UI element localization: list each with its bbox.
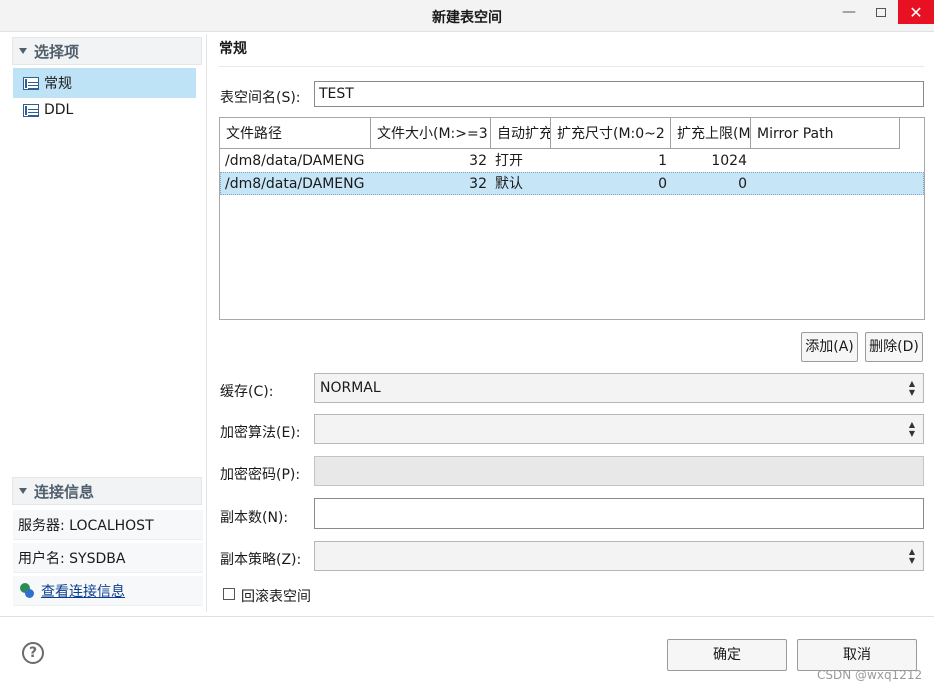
options-section-header[interactable]: 选择项	[12, 37, 202, 65]
encrypt-algorithm-label: 加密算法(E):	[220, 425, 301, 441]
spinner-arrows-icon: ▲ ▼	[908, 547, 915, 565]
datafile-table: 文件路径 文件大小(M:>=3 自动扩充 扩充尺寸(M:0~2 扩充上限(M M…	[219, 117, 925, 320]
ok-button[interactable]: 确定	[667, 639, 787, 671]
column-header[interactable]: 扩充尺寸(M:0~2	[551, 118, 671, 149]
replica-policy-select[interactable]: ▲ ▼	[314, 541, 924, 571]
column-header[interactable]: 扩充上限(M	[671, 118, 751, 149]
cache-value: NORMAL	[320, 380, 381, 396]
encrypt-password-input	[314, 456, 924, 486]
user-info: 用户名: SYSDBA	[13, 543, 203, 573]
tablespace-name-input[interactable]: TEST	[314, 81, 924, 107]
table-cell-mirror	[755, 150, 895, 172]
table-row-selected[interactable]: /dm8/data/DAMENG 32 默认 0 0	[220, 172, 924, 195]
encrypt-password-label: 加密密码(P):	[220, 467, 301, 483]
replica-count-label: 副本数(N):	[220, 510, 289, 526]
spinner-arrows-icon: ▲ ▼	[908, 379, 915, 397]
rollback-label: 回滚表空间	[241, 589, 311, 605]
rollback-checkbox[interactable]	[223, 588, 235, 600]
replica-count-input[interactable]	[314, 498, 924, 529]
connection-icon	[18, 582, 36, 600]
connection-section-header[interactable]: 连接信息	[12, 477, 202, 505]
sidebar-item-general[interactable]: 常规	[13, 68, 196, 98]
table-cell-size: 32	[469, 176, 487, 192]
sidebar-item-label: 常规	[44, 76, 72, 92]
sidebar-item-ddl[interactable]: DDL	[13, 95, 196, 125]
collapse-triangle-icon	[19, 48, 27, 54]
cache-select[interactable]: NORMAL ▲ ▼	[314, 373, 924, 403]
tablespace-name-label: 表空间名(S):	[220, 90, 301, 106]
title-bar: 新建表空间 — ✕	[0, 0, 934, 32]
view-connection-link[interactable]: 查看连接信息	[41, 581, 125, 601]
add-button[interactable]: 添加(A)	[801, 332, 858, 362]
cache-label: 缓存(C):	[220, 384, 274, 400]
maximize-button[interactable]	[866, 0, 896, 24]
column-header[interactable]: Mirror Path	[751, 118, 900, 149]
column-header[interactable]: 文件大小(M:>=3	[371, 118, 491, 149]
minimize-button[interactable]: —	[834, 0, 864, 24]
window-title: 新建表空间	[432, 10, 502, 26]
view-connection-row: 查看连接信息	[13, 576, 203, 606]
encrypt-algorithm-select[interactable]: ▲ ▼	[314, 414, 924, 444]
table-cell-autoextend: 打开	[495, 153, 523, 169]
maximize-icon	[876, 7, 886, 17]
close-button[interactable]: ✕	[898, 0, 934, 24]
help-icon[interactable]: ?	[22, 642, 44, 664]
table-cell-size: 32	[469, 153, 487, 169]
column-header[interactable]: 自动扩充	[491, 118, 551, 149]
table-cell-extend-size: 1	[658, 153, 667, 169]
table-cell-autoextend: 默认	[495, 176, 523, 192]
page-title: 常规	[219, 41, 247, 57]
sidebar-item-label: DDL	[44, 102, 74, 118]
document-icon	[23, 103, 39, 117]
server-info: 服务器: LOCALHOST	[13, 510, 203, 540]
options-header-label: 选择项	[34, 42, 80, 61]
delete-button[interactable]: 删除(D)	[865, 332, 923, 362]
spinner-arrows-icon: ▲ ▼	[908, 420, 915, 438]
table-cell-extend-limit: 0	[738, 176, 747, 192]
footer-divider	[0, 616, 934, 617]
table-cell-mirror	[755, 173, 895, 195]
table-cell-path: /dm8/data/DAMENG	[225, 176, 365, 192]
column-header[interactable]: 文件路径	[220, 118, 371, 149]
document-icon	[23, 76, 39, 90]
server-text: 服务器: LOCALHOST	[18, 517, 154, 534]
table-cell-extend-size: 0	[658, 176, 667, 192]
table-cell-extend-limit: 1024	[711, 153, 747, 169]
table-cell-path: /dm8/data/DAMENG	[225, 153, 365, 169]
sidebar: 选择项 常规 DDL 连接信息 服务器: LOCALHOST 用户名: SYSD…	[8, 34, 204, 614]
title-divider	[219, 66, 924, 67]
replica-policy-label: 副本策略(Z):	[220, 552, 302, 568]
collapse-triangle-icon	[19, 488, 27, 494]
cancel-button[interactable]: 取消	[797, 639, 917, 671]
user-text: 用户名: SYSDBA	[18, 550, 126, 567]
panel-divider	[206, 34, 207, 612]
connection-header-label: 连接信息	[34, 482, 95, 501]
watermark: CSDN @wxq1212	[817, 668, 923, 682]
